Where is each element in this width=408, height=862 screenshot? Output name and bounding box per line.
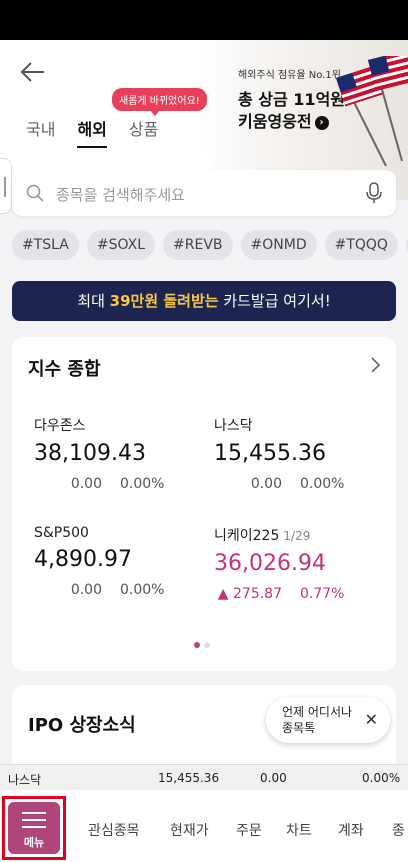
stock-talk-text: 언제 어디서나 종목톡	[282, 705, 353, 735]
banner-highlight: 39만원 돌려받는	[109, 292, 219, 310]
back-arrow-icon[interactable]	[18, 60, 46, 84]
index-value: 4,890.97	[34, 547, 132, 572]
close-icon[interactable]: ✕	[365, 710, 378, 729]
index-name: 다우존스	[34, 418, 86, 434]
index-summary-card: 지수 종합 다우존스 38,109.43 0.00 0.00% 나스닥 15,45…	[12, 337, 396, 671]
stock-talk-bubble[interactable]: 언제 어디서나 종목톡 ✕	[266, 697, 390, 743]
index-value: 15,455.36	[214, 441, 326, 466]
hamburger-icon	[22, 812, 46, 833]
index-change: ▲ 275.87 0.77%	[217, 586, 345, 602]
page-dot-active	[194, 642, 200, 648]
tab-overseas[interactable]: 해외	[77, 116, 107, 148]
ticker-rate: 0.00%	[362, 771, 401, 785]
index-change: 0.00 0.00%	[250, 476, 345, 492]
microphone-icon[interactable]	[366, 182, 382, 204]
side-drawer-handle[interactable]	[0, 158, 12, 214]
index-summary-title: 지수 종합	[28, 359, 101, 380]
banner-suffix: 카드발급 여기서!	[218, 292, 331, 310]
hashtag-chip[interactable]: #TQQQ	[324, 230, 398, 260]
menu-button[interactable]: 메뉴	[8, 802, 60, 854]
status-bar	[0, 0, 408, 40]
index-value: 36,026.94	[214, 551, 326, 576]
index-name: S&P500	[34, 525, 89, 541]
bottom-navigation: 메뉴 관심종목 현재가 주문 차트 계좌 종	[0, 790, 408, 862]
ipo-title: IPO 상장소식	[28, 715, 136, 736]
promo-title-2: 키움영웅전 ›	[238, 108, 329, 132]
index-item-nikkei[interactable]: 니케이225 1/29 36,026.94 ▲ 275.87 0.77%	[214, 525, 384, 602]
index-change: 0.00 0.00%	[70, 476, 165, 492]
search-input[interactable]: 종목을 검색해주세요	[56, 184, 185, 205]
index-ticker[interactable]: 나스닥 15,455.36 0.00 0.00%	[0, 764, 408, 790]
tab-products[interactable]: 상품	[129, 116, 158, 148]
ticker-change: 0.00	[260, 771, 287, 785]
search-bar[interactable]: 종목을 검색해주세요	[12, 170, 396, 216]
page-indicator	[194, 642, 210, 648]
nav-item-order[interactable]: 주문	[236, 820, 262, 840]
index-item-dow[interactable]: 다우존스 38,109.43 0.00 0.00%	[34, 415, 204, 492]
index-item-sp500[interactable]: S&P500 4,890.97 0.00 0.00%	[34, 525, 204, 598]
market-tabs: 국내 해외 상품	[26, 116, 180, 148]
page-dot	[204, 642, 210, 648]
ticker-value: 15,455.36	[158, 771, 220, 785]
hashtag-chip[interactable]: #ONMD	[240, 230, 317, 260]
nav-item-chart[interactable]: 차트	[286, 820, 312, 840]
index-name: 니케이225 1/29	[214, 528, 311, 544]
nav-item-quote[interactable]: 현재가	[170, 820, 209, 840]
nav-item-more[interactable]: 종	[392, 820, 405, 840]
card-promo-banner[interactable]: 최대 39만원 돌려받는 카드발급 여기서!	[12, 281, 396, 321]
menu-label: 메뉴	[23, 836, 45, 849]
nav-item-watchlist[interactable]: 관심종목	[88, 820, 140, 840]
tab-domestic[interactable]: 국내	[26, 116, 55, 148]
hashtag-chip[interactable]: #TSLA	[12, 230, 79, 260]
hashtag-chips: #TSLA #SOXL #REVB #ONMD #TQQQ #C	[12, 230, 408, 260]
index-value: 38,109.43	[34, 441, 146, 466]
nav-item-account[interactable]: 계좌	[338, 820, 364, 840]
hashtag-chip[interactable]: #SOXL	[86, 230, 156, 260]
index-name: 나스닥	[214, 418, 253, 434]
search-icon	[26, 184, 44, 202]
ticker-name: 나스닥	[8, 773, 42, 787]
index-item-nasdaq[interactable]: 나스닥 15,455.36 0.00 0.00%	[214, 415, 384, 492]
us-flag-icon	[336, 56, 408, 166]
banner-prefix: 최대	[77, 292, 110, 310]
new-badge: 새롭게 바뀌었어요!	[112, 88, 207, 116]
chevron-right-icon[interactable]	[370, 357, 380, 373]
index-change: 0.00 0.00%	[70, 582, 165, 598]
hashtag-chip[interactable]: #REVB	[163, 230, 233, 260]
